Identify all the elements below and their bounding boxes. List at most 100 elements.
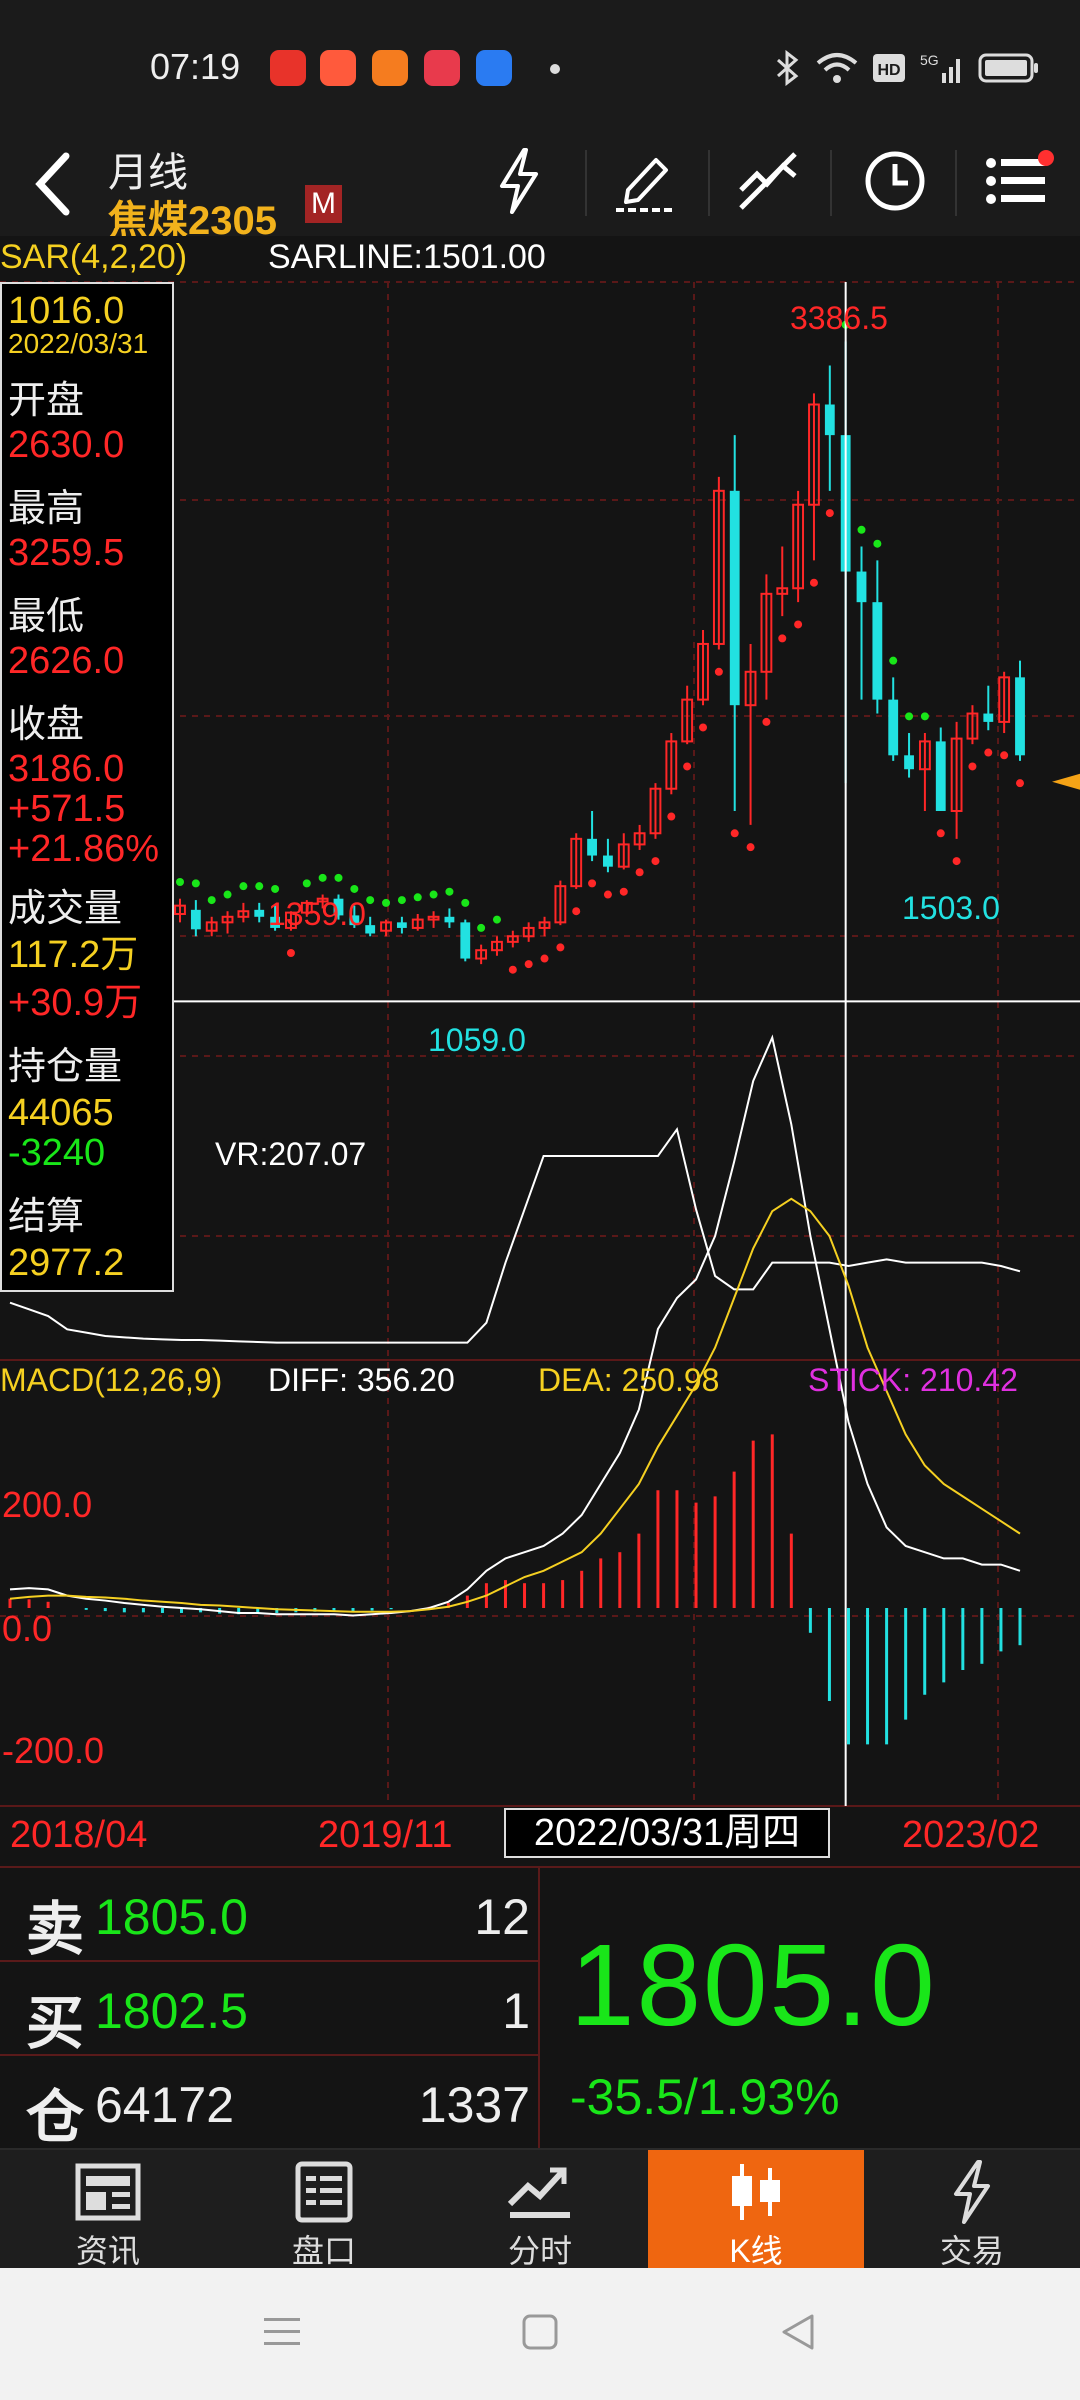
indicator-button[interactable]: [718, 136, 818, 226]
tab-news-label: 资讯: [75, 2233, 140, 2269]
oi-row[interactable]: 仓 64172 1337: [0, 2056, 538, 2150]
nav-home-icon[interactable]: [520, 2312, 560, 2352]
vr-indicator-label[interactable]: VR:207.07: [215, 1136, 366, 1173]
tab-trade[interactable]: 交易: [864, 2150, 1080, 2270]
high-annotation: 1359.0: [268, 896, 366, 932]
volume-value: 117.2万: [8, 934, 139, 976]
notification-dot-icon: [550, 64, 560, 74]
sar-dot: [651, 857, 660, 866]
sell-label: 卖: [26, 1897, 85, 1962]
menu-badge-dot: [1038, 150, 1054, 166]
sar-dot: [825, 509, 834, 518]
sar-dot: [920, 712, 929, 721]
news-icon: [75, 2163, 141, 2221]
buy-price: 1802.5: [95, 1983, 248, 2039]
candlestick-icon: [732, 2164, 780, 2220]
sar-dot: [952, 857, 961, 866]
orderbook-icon: [295, 2161, 353, 2223]
macd-y-top: 200.0: [2, 1484, 93, 1525]
clock-icon: [865, 151, 925, 211]
sar-dot: [445, 887, 454, 896]
toolbar-divider: [585, 150, 587, 216]
tab-intraday[interactable]: 分时: [432, 2150, 648, 2270]
tab-news[interactable]: 资讯: [0, 2150, 216, 2270]
sar-dot: [683, 762, 692, 771]
quote-divider: [538, 1868, 540, 2150]
buy-volume: 1: [502, 1983, 530, 2039]
history-button[interactable]: [845, 136, 945, 226]
sar-dot: [809, 578, 818, 587]
candle-body: [365, 925, 376, 934]
sell-price: 1805.0: [95, 1889, 248, 1945]
macd-diff-value: DIFF: 356.20: [268, 1362, 455, 1398]
position-value: 64172: [95, 2077, 235, 2133]
macd-y-mid: 0.0: [2, 1608, 53, 1649]
sar-dot: [286, 948, 295, 957]
sar-dot: [271, 884, 280, 893]
tab-orderbook-label: 盘口: [291, 2233, 356, 2269]
date-right: 2023/02: [902, 1814, 1040, 1856]
oi-change: -3240: [8, 1132, 106, 1174]
status-right: HD 5G: [774, 48, 1040, 88]
toolbar-divider: [955, 150, 957, 216]
close-label: 收盘: [8, 704, 85, 746]
macd-indicator-label[interactable]: MACD(12,26,9): [0, 1362, 222, 1399]
candle-body: [872, 602, 883, 700]
nav-back-icon[interactable]: [778, 2312, 818, 2352]
change-percent: +21.86%: [8, 828, 160, 870]
candle-body: [935, 741, 946, 811]
open-label: 开盘: [8, 380, 85, 422]
candle-body: [190, 909, 201, 930]
sar-dot: [366, 896, 375, 905]
back-icon[interactable]: [28, 142, 78, 226]
nav-menu-icon[interactable]: [262, 2312, 302, 2352]
sar-dot: [239, 882, 248, 891]
settle-label: 结算: [8, 1196, 85, 1238]
sar-dot: [223, 890, 232, 899]
sar-dot: [524, 960, 533, 969]
change-value: +571.5: [8, 788, 126, 830]
price-change: -35.5/1.93%: [570, 2069, 840, 2125]
quote-panel[interactable]: 卖 1805.0 12 买 1802.5 1 仓 64172 1337 1805…: [0, 1866, 1080, 2150]
tab-kline[interactable]: K线: [648, 2150, 864, 2270]
date-axis: 2018/04 2019/11 2022/03/31周四 2023/02: [0, 1808, 1080, 1866]
pencil-icon: [616, 158, 674, 212]
sar-dot: [778, 634, 787, 643]
status-bar: 07:19 HD 5G: [0, 0, 1080, 130]
sar-dot: [492, 915, 501, 924]
sar-dot: [635, 868, 644, 877]
lightning-button[interactable]: [470, 136, 570, 226]
macd-y-bottom: -200.0: [2, 1730, 105, 1771]
pinduoduo-app-icon: [424, 50, 460, 86]
candle-body: [1015, 677, 1025, 756]
sar-dot: [968, 762, 977, 771]
buy-row[interactable]: 买 1802.5 1: [0, 1962, 538, 2056]
system-nav-bar: [0, 2268, 1080, 2400]
lightning-icon: [500, 148, 538, 214]
settle-value: 2977.2: [8, 1242, 125, 1284]
sar-dot: [176, 877, 184, 886]
sar-dot: [746, 843, 755, 852]
sar-dot: [302, 879, 311, 888]
sar-dot: [730, 829, 739, 838]
draw-button[interactable]: [595, 136, 695, 226]
last-price-pointer: [1052, 773, 1080, 790]
date-left: 2018/04: [10, 1814, 148, 1856]
menu-button[interactable]: [966, 136, 1066, 226]
oi-value: 44065: [8, 1092, 114, 1134]
buy-label: 买: [26, 1991, 85, 2056]
hd-icon: HD: [873, 54, 905, 82]
toutiao-app-icon: [270, 50, 306, 86]
sar-dot: [382, 898, 391, 907]
sell-row[interactable]: 卖 1805.0 12: [0, 1868, 538, 1962]
sar-dot: [413, 893, 422, 902]
sar-dot: [1000, 751, 1009, 760]
candle-body: [729, 490, 740, 706]
toolbar-divider: [708, 150, 710, 216]
tab-orderbook[interactable]: 盘口: [216, 2150, 432, 2270]
status-time: 07:19: [150, 46, 241, 87]
sar-dot: [794, 620, 803, 629]
sar-indicator-label[interactable]: SAR(4,2,20): [0, 238, 187, 277]
sar-dot: [207, 896, 216, 905]
toolbar-divider: [830, 150, 832, 216]
